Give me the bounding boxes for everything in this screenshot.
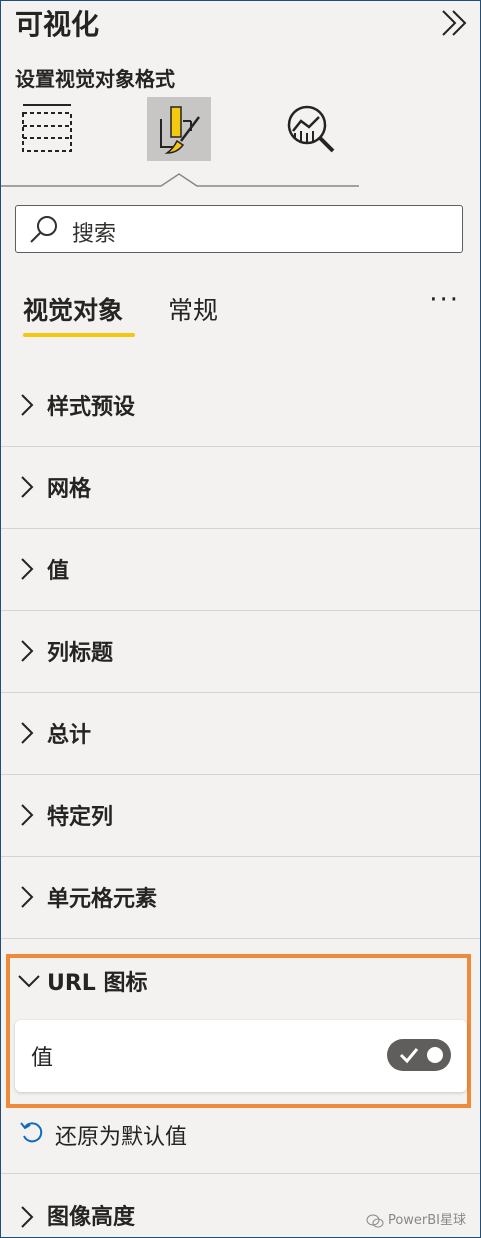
section-label: URL 图标 [47,971,148,996]
section-style-presets[interactable]: 样式预设 [1,365,480,447]
format-visual-button[interactable] [147,97,211,161]
more-options-button[interactable]: ··· [429,285,460,315]
chevron-right-icon [21,558,34,580]
section-label: 列标题 [47,641,114,666]
chevron-right-icon [21,394,34,416]
divider [1,1173,480,1174]
pane-title: 可视化 [15,8,100,41]
chevron-down-icon [18,975,40,988]
tab-visual[interactable]: 视觉对象 [23,291,123,327]
search-box[interactable]: 搜索 [15,205,463,253]
chevron-right-icon [21,640,34,662]
section-label: 特定列 [47,805,114,830]
undo-icon [20,1122,43,1143]
values-card: 值 [15,1020,467,1092]
double-chevron-right-icon [442,10,467,36]
check-icon [399,1048,419,1064]
wechat-icon [366,1214,384,1227]
active-tab-underline [23,333,135,337]
visualizations-pane: 可视化 设置视觉对象格式 搜索 视觉对象 常规 ··· 样式预设 网格 值 列标… [0,0,481,1238]
section-cell-elements[interactable]: 单元格元素 [1,857,480,939]
watermark-text: PowerBI星球 [387,1213,466,1228]
toggle-knob [427,1047,443,1063]
pane-subtitle: 设置视觉对象格式 [15,67,175,91]
watermark: PowerBI星球 [366,1209,466,1228]
chevron-right-icon [21,476,34,498]
search-icon [30,216,57,243]
reset-label: 还原为默认值 [55,1125,188,1150]
active-tab-pointer [1,173,359,187]
section-specific-column[interactable]: 特定列 [1,775,480,857]
values-toggle[interactable] [387,1039,451,1071]
analytics-button[interactable] [279,97,343,161]
search-input[interactable]: 搜索 [72,216,116,248]
format-tabs: 视觉对象 常规 ··· [23,285,460,337]
section-values[interactable]: 值 [1,529,480,611]
chevron-right-icon [21,886,34,908]
section-totals[interactable]: 总计 [1,693,480,775]
reset-to-default-button[interactable]: 还原为默认值 [19,1119,187,1150]
chevron-right-icon [21,804,34,826]
section-label: 样式预设 [47,395,136,420]
section-column-headers[interactable]: 列标题 [1,611,480,693]
section-label: 单元格元素 [47,887,158,912]
format-visual-icon [160,106,200,154]
section-label: 值 [47,559,70,584]
collapse-pane-button[interactable] [437,5,473,41]
chevron-right-icon [21,722,34,744]
section-grid[interactable]: 网格 [1,447,480,529]
chevron-right-icon [21,1206,34,1228]
section-label: 图像高度 [47,1205,136,1230]
values-toggle-label: 值 [31,1046,54,1071]
build-visual-button[interactable] [13,97,77,161]
tab-general[interactable]: 常规 [168,291,218,327]
section-label: 总计 [47,723,92,748]
analytics-icon [287,105,335,153]
section-label: 网格 [47,477,92,502]
build-visual-icon [22,104,72,152]
